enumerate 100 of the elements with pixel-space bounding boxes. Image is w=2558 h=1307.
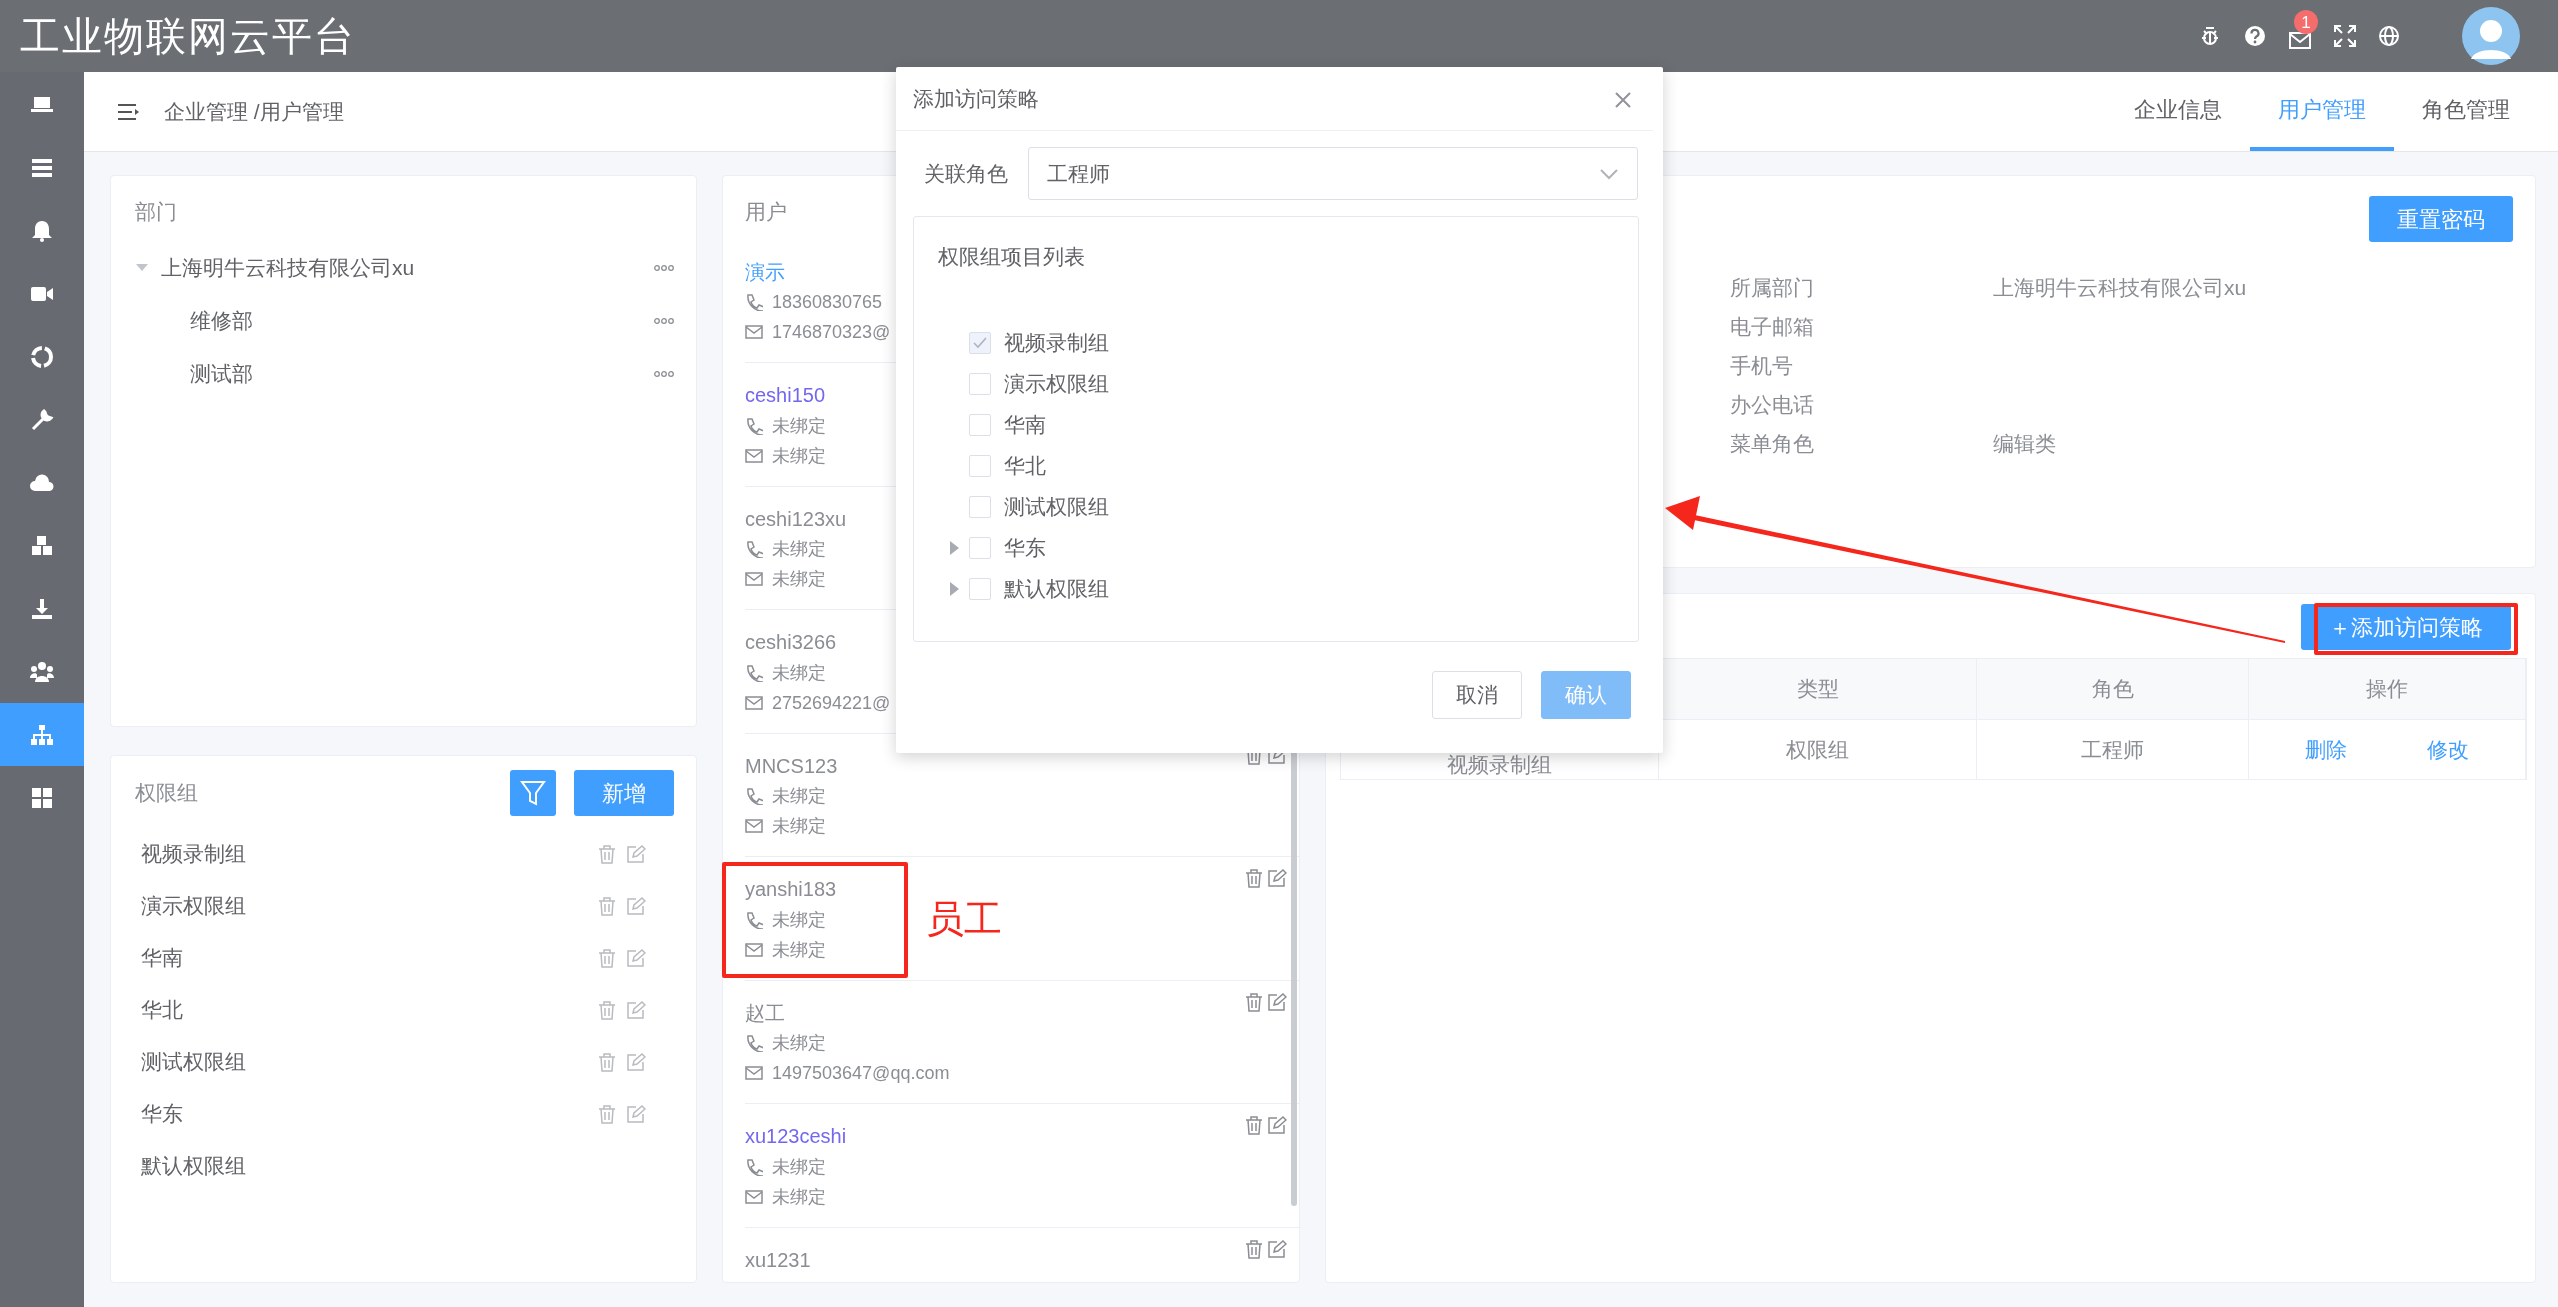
more-icon[interactable] (654, 317, 674, 325)
user-name[interactable]: MNCS123 (745, 750, 838, 781)
tab[interactable]: 角色管理 (2394, 72, 2538, 151)
trash-icon[interactable] (1245, 869, 1263, 888)
list-item[interactable]: 华南 (141, 942, 183, 974)
checkbox[interactable] (969, 578, 991, 600)
tree-node[interactable]: 测试权限组 (1004, 491, 1109, 523)
tree-node[interactable]: 默认权限组 (1004, 573, 1109, 605)
user-phone: 未绑定 (772, 785, 826, 808)
user-name[interactable]: xu1231 (745, 1244, 811, 1275)
edit-icon[interactable] (626, 1052, 646, 1072)
edit-icon[interactable] (626, 1104, 646, 1124)
trash-icon[interactable] (598, 948, 616, 968)
list-item[interactable]: 华北 (141, 994, 183, 1026)
edit-icon[interactable] (1267, 869, 1287, 888)
trash-icon[interactable] (598, 896, 616, 916)
user-email: 未绑定 (772, 444, 826, 468)
user-phone: 未绑定 (772, 661, 826, 685)
filter-button[interactable] (510, 770, 556, 816)
trash-icon[interactable] (598, 1052, 616, 1072)
user-email: 1497503647@qq.com (772, 1062, 950, 1085)
trash-icon[interactable] (1245, 1239, 1263, 1259)
panel-title: 权限组项目列表 (938, 244, 1085, 270)
mail-icon (745, 1188, 763, 1205)
grid-icon (30, 785, 54, 810)
globe-icon[interactable] (2378, 25, 2400, 47)
filter-icon (520, 779, 546, 807)
list-item[interactable]: 视频录制组 (141, 838, 246, 870)
tree-node[interactable]: 演示权限组 (1004, 368, 1109, 400)
avatar-icon[interactable] (2462, 7, 2520, 65)
edit-icon[interactable] (626, 948, 646, 968)
download-icon (30, 596, 54, 621)
trash-icon[interactable] (598, 844, 616, 864)
more-icon[interactable] (654, 370, 674, 378)
tree-node[interactable]: 测试部 (190, 358, 253, 390)
list-item[interactable]: 测试权限组 (141, 1046, 246, 1078)
edit-icon[interactable] (626, 844, 646, 864)
check-icon (973, 337, 987, 349)
phone-icon (745, 663, 763, 682)
tree-node[interactable]: 华南 (1004, 409, 1046, 441)
users-icon (30, 659, 54, 684)
panel-title: 部门 (135, 199, 178, 225)
caret-icon[interactable] (948, 541, 959, 555)
checkbox[interactable] (969, 455, 991, 477)
trash-icon[interactable] (598, 1104, 616, 1124)
tree-node[interactable]: 华北 (1004, 450, 1046, 482)
user-email: 1746870323@ (772, 321, 891, 344)
trash-icon[interactable] (598, 1000, 616, 1020)
trash-icon[interactable] (1245, 1116, 1263, 1135)
list-item[interactable]: 默认权限组 (141, 1150, 246, 1182)
edit-icon[interactable] (1267, 1239, 1287, 1259)
user-name[interactable]: ceshi150 (745, 380, 826, 410)
edit-icon[interactable] (1267, 992, 1287, 1012)
column-header: 角色 (2091, 676, 2134, 703)
fullscreen-icon[interactable] (2334, 25, 2356, 47)
mail-icon (745, 818, 763, 834)
edit-icon[interactable] (626, 1000, 646, 1020)
user-name[interactable]: 赵工 (745, 997, 785, 1028)
user-name[interactable]: ceshi3266 (745, 627, 837, 657)
tab[interactable]: 企业信息 (2106, 72, 2250, 151)
field-value: 编辑类 (1993, 431, 2056, 457)
field-value: 上海明牛云科技有限公司xu (1993, 275, 2247, 301)
user-name[interactable]: xu123ceshi (745, 1121, 847, 1151)
phone-icon (745, 416, 763, 435)
chevron-down-icon (1599, 167, 1619, 180)
user-email: 2752694221@ (772, 691, 891, 715)
phone-icon (745, 910, 763, 929)
checkbox[interactable] (969, 414, 991, 436)
user-name[interactable]: yanshi183 (745, 874, 837, 904)
sidebar-item[interactable] (0, 703, 84, 766)
checkbox[interactable] (969, 373, 991, 395)
mail-icon (745, 324, 763, 340)
trash-icon[interactable] (1245, 992, 1263, 1012)
notification-badge: 1 (2294, 10, 2318, 34)
user-email: 未绑定 (772, 815, 826, 838)
checkbox[interactable] (969, 537, 991, 559)
list-item[interactable]: 演示权限组 (141, 890, 246, 922)
field-label: 电子邮箱 (1729, 314, 1815, 340)
user-name[interactable]: ceshi123xu (745, 503, 847, 534)
edit-icon[interactable] (626, 896, 646, 916)
menu-icon[interactable] (118, 102, 140, 121)
list-item[interactable]: 华东 (141, 1098, 183, 1130)
user-email: 未绑定 (772, 1185, 826, 1209)
user-phone: 未绑定 (772, 908, 826, 932)
role-select[interactable]: 工程师 (1028, 147, 1638, 200)
edit-icon[interactable] (1267, 1116, 1287, 1135)
user-phone: 未绑定 (772, 1155, 826, 1179)
more-icon[interactable] (654, 264, 674, 272)
bell-icon (30, 218, 54, 243)
breadcrumb: 企业管理 /用户管理 (164, 98, 344, 125)
user-phone: 18360830765 (772, 291, 883, 314)
cancel-button[interactable]: 取消 (1432, 671, 1522, 719)
caret-icon[interactable] (948, 582, 959, 596)
tree-node[interactable]: 上海明牛云科技有限公司xu (161, 252, 415, 284)
checkbox[interactable] (969, 496, 991, 518)
field-label: 手机号 (1729, 353, 1794, 379)
tree-node[interactable]: 华东 (1004, 532, 1046, 564)
tree-node[interactable]: 维修部 (190, 305, 253, 337)
field-label: 办公电话 (1729, 392, 1815, 418)
help-icon[interactable] (2244, 25, 2266, 47)
